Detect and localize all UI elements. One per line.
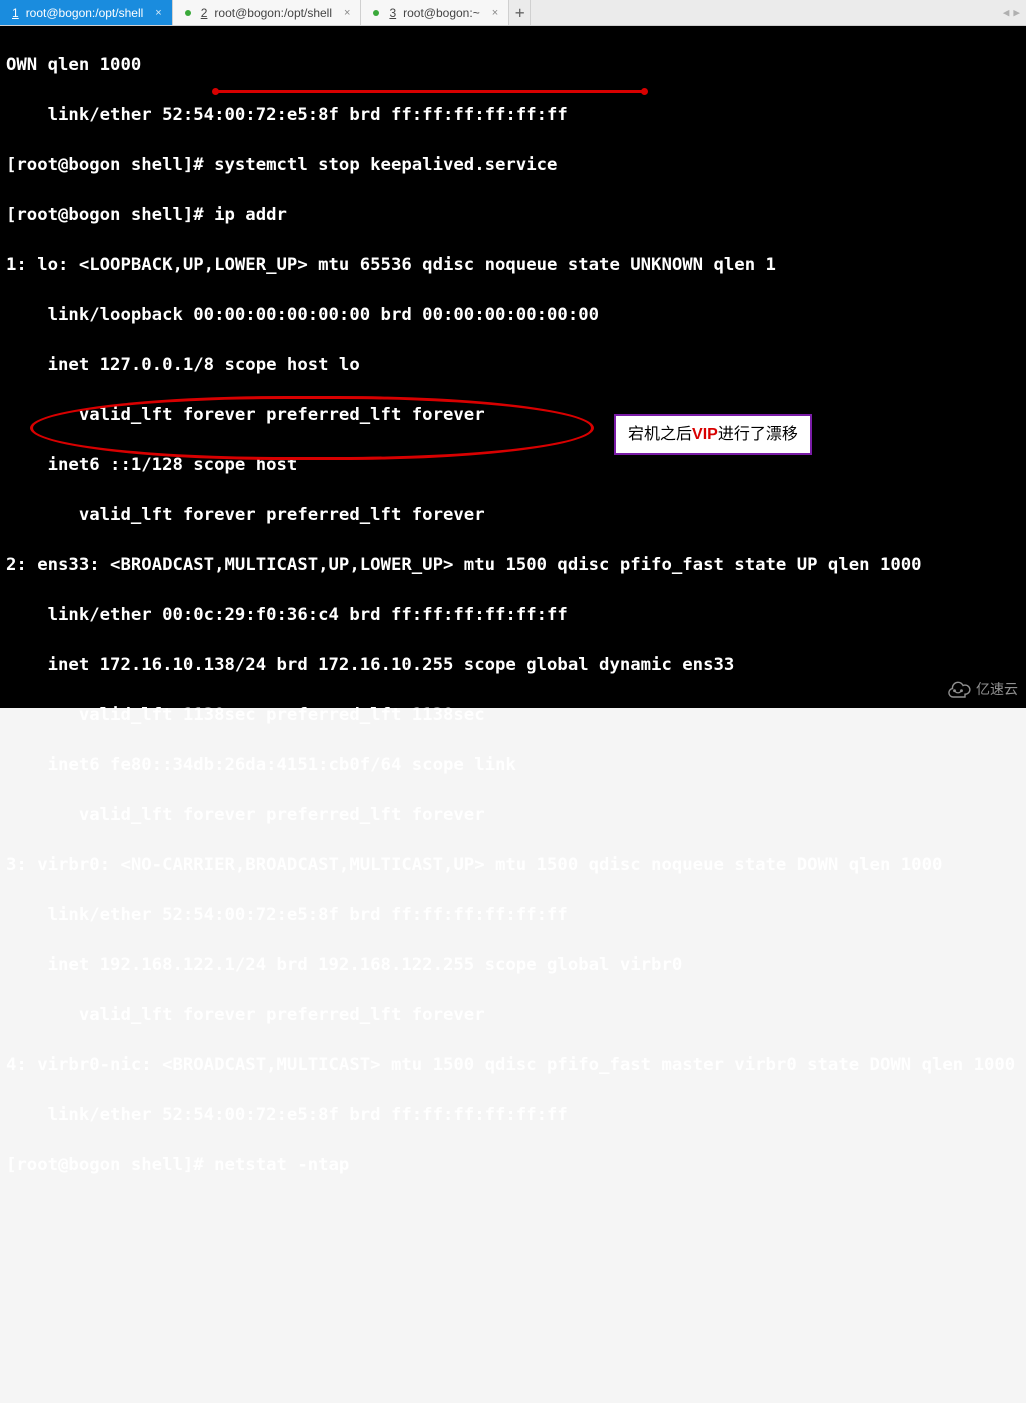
tab-3-close-icon[interactable]: × — [490, 7, 500, 19]
tab-prev-icon[interactable]: ◀ — [1003, 6, 1010, 19]
terminal-line: valid_lft forever preferred_lft forever — [6, 503, 1020, 528]
terminal-line: 1: lo: <LOOPBACK,UP,LOWER_UP> mtu 65536 … — [6, 253, 1020, 278]
tab-3[interactable]: 3 root@bogon:~ × — [361, 0, 509, 25]
terminal-line: 4: virbr0-nic: <BROADCAST,MULTICAST> mtu… — [6, 1053, 1020, 1078]
terminal-line: OWN qlen 1000 — [6, 53, 1020, 78]
terminal-line: 3: virbr0: <NO-CARRIER,BROADCAST,MULTICA… — [6, 853, 1020, 878]
terminal-line: inet 127.0.0.1/8 scope host lo — [6, 353, 1020, 378]
annotation-underline — [215, 90, 645, 93]
terminal-line: [root@bogon shell]# netstat -ntap — [6, 1153, 1020, 1178]
terminal-line: [root@bogon shell]# systemctl stop keepa… — [6, 153, 1020, 178]
terminal-line: link/ether 00:0c:29:f0:36:c4 brd ff:ff:f… — [6, 603, 1020, 628]
tab-1-num: 1 — [12, 6, 19, 20]
tab-3-num: 3 — [389, 6, 396, 20]
status-dot-icon — [373, 10, 379, 16]
terminal-line: inet 192.168.122.1/24 brd 192.168.122.25… — [6, 953, 1020, 978]
terminal[interactable]: OWN qlen 1000 link/ether 52:54:00:72:e5:… — [0, 26, 1026, 708]
tab-1-close-icon[interactable]: × — [153, 7, 163, 19]
tab-1[interactable]: 1 root@bogon:/opt/shell × — [0, 0, 173, 25]
annotation-box: 宕机之后VIP进行了漂移 — [614, 414, 812, 455]
watermark-text: 亿速云 — [976, 677, 1018, 702]
terminal-line: link/ether 52:54:00:72:e5:8f brd ff:ff:f… — [6, 903, 1020, 928]
terminal-line: [root@bogon shell]# ip addr — [6, 203, 1020, 228]
watermark: 亿速云 — [944, 677, 1018, 702]
terminal-line: valid_lft forever preferred_lft forever — [6, 1003, 1020, 1028]
terminal-line: valid_lft forever preferred_lft forever — [6, 403, 1020, 428]
terminal-line: valid_lft forever preferred_lft forever — [6, 803, 1020, 828]
terminal-line: inet 172.16.10.138/24 brd 172.16.10.255 … — [6, 653, 1020, 678]
terminal-line: link/ether 52:54:00:72:e5:8f brd ff:ff:f… — [6, 103, 1020, 128]
terminal-line: inet6 ::1/128 scope host — [6, 453, 1020, 478]
tab-2-num: 2 — [201, 6, 208, 20]
status-dot-icon — [185, 10, 191, 16]
tab-3-title: root@bogon:~ — [403, 6, 480, 20]
terminal-line: link/loopback 00:00:00:00:00:00 brd 00:0… — [6, 303, 1020, 328]
tab-2-title: root@bogon:/opt/shell — [214, 6, 332, 20]
annotation-text-prefix: 宕机之后 — [628, 426, 692, 443]
terminal-line: valid_lft 1138sec preferred_lft 1138sec — [6, 703, 1020, 728]
new-tab-button[interactable]: + — [509, 0, 531, 25]
cloud-icon — [944, 681, 972, 699]
tab-1-title: root@bogon:/opt/shell — [26, 6, 144, 20]
annotation-text-vip: VIP — [692, 426, 718, 443]
terminal-line: link/ether 52:54:00:72:e5:8f brd ff:ff:f… — [6, 1103, 1020, 1128]
annotation-text-suffix: 进行了漂移 — [718, 426, 798, 443]
terminal-line: 2: ens33: <BROADCAST,MULTICAST,UP,LOWER_… — [6, 553, 1020, 578]
tab-bar: 1 root@bogon:/opt/shell × 2 root@bogon:/… — [0, 0, 1026, 26]
terminal-line: inet6 fe80::34db:26da:4151:cb0f/64 scope… — [6, 753, 1020, 778]
tab-2-close-icon[interactable]: × — [342, 7, 352, 19]
tab-nav: ◀ ▶ — [997, 0, 1026, 25]
tab-2[interactable]: 2 root@bogon:/opt/shell × — [173, 0, 362, 25]
tab-next-icon[interactable]: ▶ — [1013, 6, 1020, 19]
